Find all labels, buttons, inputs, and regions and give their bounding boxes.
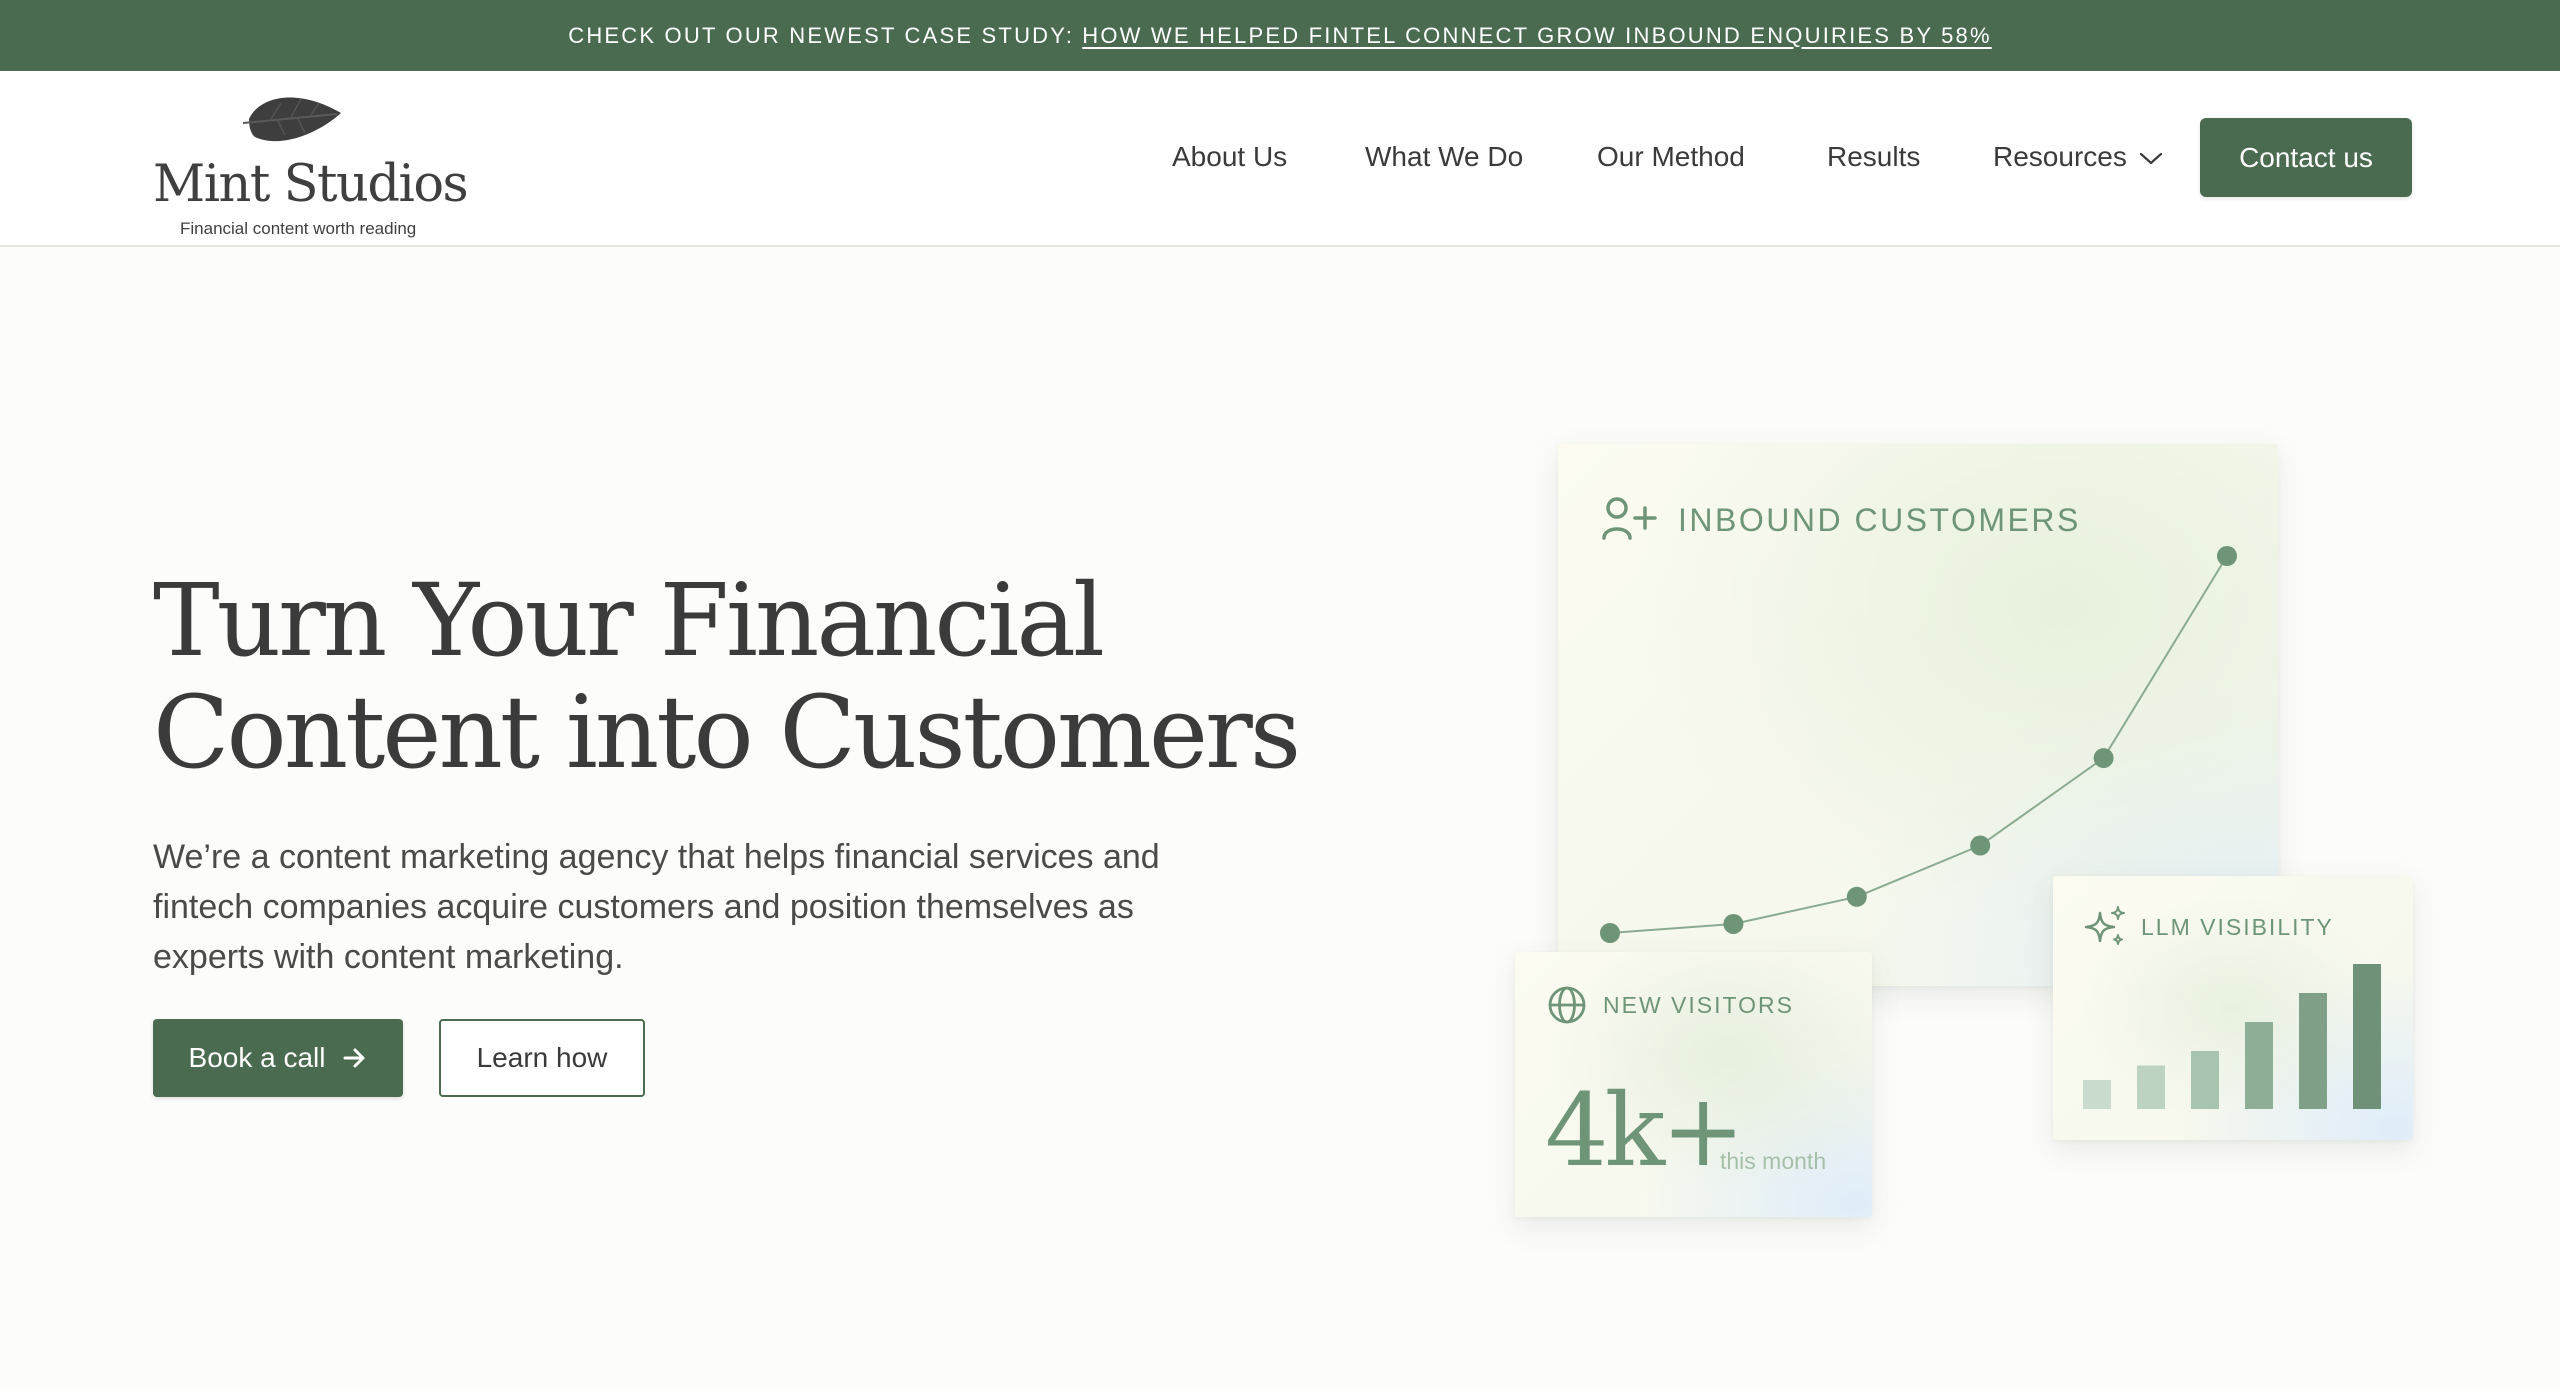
llm-bar-5	[2299, 993, 2327, 1109]
llm-visibility-card: LLM VISIBILITY	[2053, 876, 2413, 1140]
announcement-lead: CHECK OUT OUR NEWEST CASE STUDY:	[568, 22, 1075, 48]
nav-item-resources[interactable]: Resources	[1993, 141, 2163, 173]
logo[interactable]: Mint Studios Financial content worth rea…	[153, 89, 469, 238]
new-visitors-card: NEW VISITORS 4k+ this month	[1515, 952, 1872, 1217]
globe-icon	[1548, 986, 1586, 1024]
new-visitors-caption: this month	[1720, 1148, 1827, 1174]
announcement-bar: CHECK OUT OUR NEWEST CASE STUDY: HOW WE …	[0, 0, 2560, 71]
learn-how-button[interactable]: Learn how	[439, 1019, 645, 1097]
nav-item-about-us[interactable]: About Us	[1172, 141, 1287, 173]
llm-bar-4	[2245, 1022, 2273, 1109]
hero-title-line1: Turn Your Financial	[153, 562, 1105, 679]
leaf-icon	[242, 97, 341, 142]
nav-item-resources-label: Resources	[1993, 141, 2127, 172]
hero-subtitle: We’re a content marketing agency that he…	[153, 838, 1160, 976]
new-visitors-label: NEW VISITORS	[1603, 992, 1794, 1018]
arrow-right-icon	[343, 1048, 365, 1068]
site-header: Mint Studios Financial content worth rea…	[0, 71, 2560, 247]
book-a-call-button[interactable]: Book a call	[153, 1019, 403, 1097]
logo-tagline: Financial content worth reading	[180, 219, 417, 238]
inbound-data-point-5	[2093, 748, 2114, 769]
inbound-data-point-2	[1723, 913, 1744, 934]
nav-item-results[interactable]: Results	[1827, 141, 1920, 173]
nav-item-our-method[interactable]: Our Method	[1597, 141, 1745, 173]
inbound-data-point-1	[1600, 923, 1620, 943]
llm-bar-chart	[2083, 964, 2381, 1109]
nav-item-what-we-do[interactable]: What We Do	[1365, 141, 1523, 173]
inbound-data-point-3	[1846, 886, 1867, 907]
llm-bar-6	[2353, 964, 2381, 1109]
inbound-data-point-4	[1970, 835, 1991, 856]
case-study-link[interactable]: HOW WE HELPED FINTEL CONNECT GROW INBOUN…	[1082, 23, 1992, 49]
hero-title-line2: Content into Customers	[153, 674, 1301, 791]
hero-title: Turn Your Financial Content into Custome…	[153, 565, 1353, 789]
llm-bar-2	[2137, 1065, 2165, 1109]
contact-us-button[interactable]: Contact us	[2200, 118, 2412, 197]
book-a-call-label: Book a call	[188, 1042, 326, 1073]
new-visitors-value: 4k+	[1545, 1072, 1745, 1189]
inbound-data-point-6	[2217, 546, 2237, 566]
llm-bar-1	[2083, 1080, 2111, 1109]
logo-wordmark: Mint Studios	[153, 155, 469, 214]
llm-bar-3	[2191, 1051, 2219, 1109]
chevron-down-icon	[2139, 152, 2162, 164]
